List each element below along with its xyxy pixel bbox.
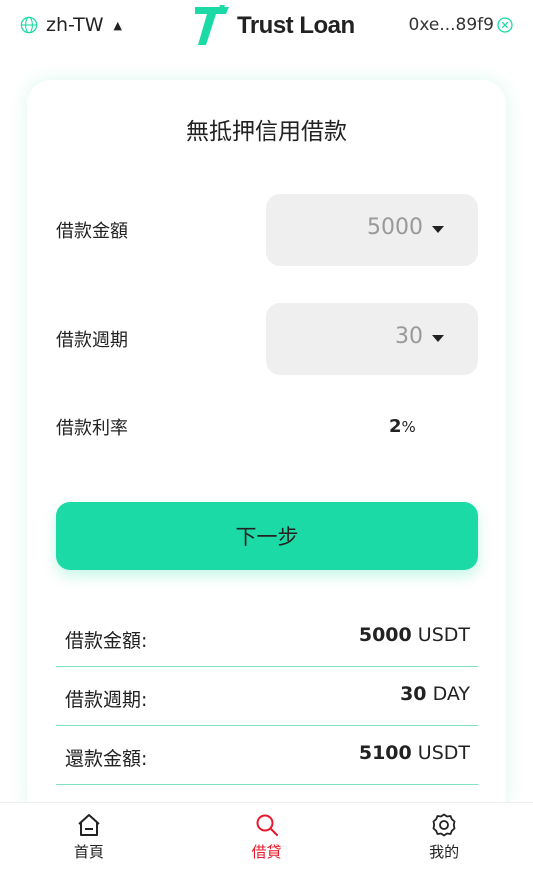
globe-icon [20,16,38,34]
nav-loan[interactable]: 借貸 [178,803,356,869]
loan-summary: 借款金額: 5000 USDT 借款週期: 30 DAY 還款金額: 5100 … [56,608,478,785]
rate-number: 2 [389,416,402,437]
rate-unit: % [401,418,416,436]
summary-label: 借款金額: [65,630,148,652]
summary-unit: USDT [417,624,470,646]
disconnect-icon[interactable] [497,17,513,33]
dropdown-arrow-icon [432,226,444,233]
brand-name: Trust Loan [237,12,355,39]
gear-icon [432,813,456,837]
language-selector[interactable]: zh-TW ▲ [20,14,122,36]
amount-label: 借款金額 [56,221,128,242]
dropdown-arrow-icon [432,335,444,342]
trust-loan-logo-icon [195,5,229,45]
language-code: zh-TW [46,14,104,36]
amount-select[interactable]: 5000 [266,194,478,266]
nav-loan-label: 借貸 [251,843,282,861]
bottom-navigation: 首頁 借貸 我的 [0,802,533,869]
summary-label: 還款金額: [65,748,148,770]
summary-value: 5000 USDT [359,624,470,646]
period-select[interactable]: 30 [266,303,478,375]
card-title: 無抵押信用借款 [186,119,347,145]
summary-row: 借款金額: 5000 USDT [56,608,478,667]
summary-label: 借款週期: [65,689,148,711]
caret-up-icon: ▲ [113,18,122,32]
next-step-button[interactable]: 下一步 [56,502,478,570]
nav-mine-label: 我的 [429,843,460,861]
summary-number: 5000 [358,624,412,646]
wallet-address-text: 0xe...89f9 [408,15,494,35]
home-icon [78,814,100,836]
brand-logo: Trust Loan [193,5,355,47]
amount-select-value: 5000 [367,215,423,240]
nav-home-label: 首頁 [73,843,104,861]
summary-value: 5100 USDT [359,742,470,764]
period-label: 借款週期 [56,330,128,351]
summary-unit: DAY [432,683,470,705]
summary-row: 還款金額: 5100 USDT [56,726,478,785]
rate-value: 2% [389,416,416,437]
summary-unit: USDT [417,742,470,764]
loan-card: 無抵押信用借款 借款金額 5000 借款週期 30 借款利率 2% 下一步 借款… [27,80,506,820]
app-header: zh-TW ▲ Trust Loan 0xe...89f9 [0,0,533,54]
period-select-value: 30 [395,324,423,349]
nav-mine[interactable]: 我的 [355,803,533,869]
summary-row: 借款週期: 30 DAY [56,667,478,726]
summary-value: 30 DAY [400,683,470,705]
summary-number: 5100 [358,742,412,764]
rate-label: 借款利率 [56,418,128,439]
wallet-address[interactable]: 0xe...89f9 [409,15,513,35]
summary-number: 30 [400,683,427,705]
nav-home[interactable]: 首頁 [0,803,178,869]
search-icon [256,814,278,836]
